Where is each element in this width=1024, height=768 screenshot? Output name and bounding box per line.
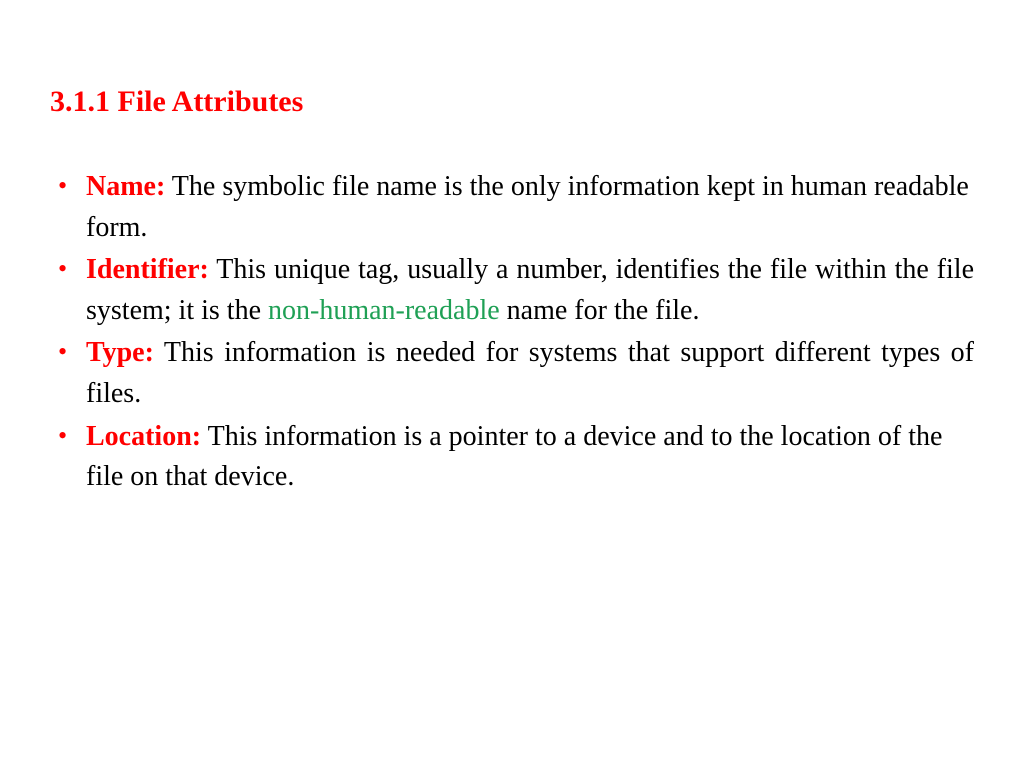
item-label: Name: bbox=[86, 171, 165, 202]
section-heading: 3.1.1 File Attributes bbox=[50, 85, 974, 119]
item-text-after: name for the file. bbox=[500, 295, 700, 326]
item-text-before: This information is needed for systems t… bbox=[86, 337, 974, 409]
list-item: Type: This information is needed for sys… bbox=[50, 333, 974, 414]
item-label: Location: bbox=[86, 421, 201, 452]
item-label: Type: bbox=[86, 337, 154, 368]
list-item: Name: The symbolic file name is the only… bbox=[50, 167, 974, 248]
attribute-list: Name: The symbolic file name is the only… bbox=[50, 167, 974, 498]
list-item: Location: This information is a pointer … bbox=[50, 417, 974, 498]
item-text-before: This information is a pointer to a devic… bbox=[86, 421, 942, 493]
item-label: Identifier: bbox=[86, 254, 209, 285]
list-item: Identifier: This unique tag, usually a n… bbox=[50, 250, 974, 331]
item-highlight: non-human-readable bbox=[268, 295, 500, 326]
item-text-before: The symbolic file name is the only infor… bbox=[86, 171, 969, 243]
